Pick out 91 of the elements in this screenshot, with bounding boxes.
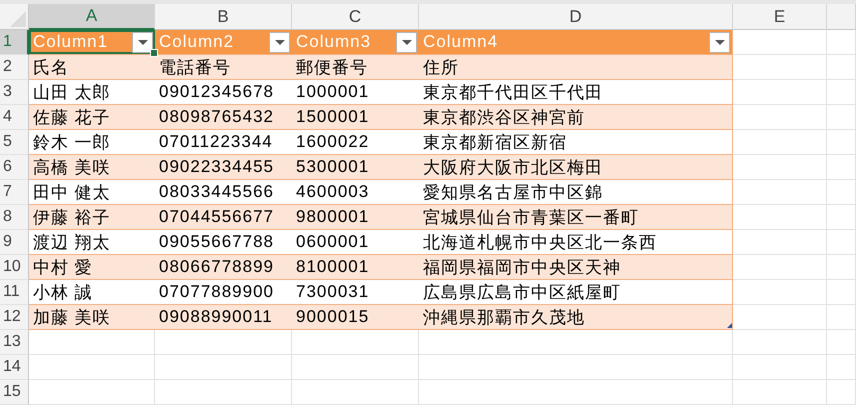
- empty-cell[interactable]: [419, 330, 733, 355]
- empty-cell[interactable]: [733, 280, 827, 305]
- table-cell: 電話番号: [155, 55, 292, 80]
- table-cell: 09088990011: [155, 305, 292, 330]
- empty-cell[interactable]: [827, 305, 856, 330]
- empty-cell[interactable]: [827, 155, 856, 180]
- empty-cell[interactable]: [733, 80, 827, 105]
- fill-handle[interactable]: [150, 49, 158, 57]
- empty-cell[interactable]: [155, 380, 292, 405]
- caret-icon: [138, 40, 148, 44]
- table-cell: 9800001: [292, 205, 419, 230]
- table-cell: 宮城県仙台市青葉区一番町: [419, 205, 733, 230]
- column-header[interactable]: B: [155, 4, 292, 30]
- empty-cell[interactable]: [733, 230, 827, 255]
- table-cell: 中村 愛: [29, 255, 155, 280]
- table-cell: 氏名: [29, 55, 155, 80]
- empty-cell[interactable]: [827, 330, 856, 355]
- empty-cell[interactable]: [419, 355, 733, 380]
- empty-cell[interactable]: [733, 130, 827, 155]
- table-cell: 佐藤 花子: [29, 105, 155, 130]
- column-header[interactable]: A: [29, 4, 155, 30]
- row-header[interactable]: 7: [0, 180, 29, 205]
- table-cell: 09022334455: [155, 155, 292, 180]
- empty-cell[interactable]: [292, 380, 419, 405]
- empty-cell[interactable]: [827, 355, 856, 380]
- table-cell: 福岡県福岡市中央区天神: [419, 255, 733, 280]
- row-header[interactable]: 1: [0, 30, 29, 55]
- table-cell: 8100001: [292, 255, 419, 280]
- empty-cell[interactable]: [827, 280, 856, 305]
- empty-cell[interactable]: [827, 205, 856, 230]
- empty-cell[interactable]: [827, 105, 856, 130]
- empty-cell[interactable]: [419, 380, 733, 405]
- empty-cell[interactable]: [292, 330, 419, 355]
- row-header[interactable]: 5: [0, 130, 29, 155]
- table-cell: 9000015: [292, 305, 419, 330]
- row-header[interactable]: 15: [0, 380, 29, 405]
- filter-button[interactable]: [132, 32, 153, 52]
- column-name: Column4: [423, 32, 498, 52]
- empty-cell[interactable]: [827, 55, 856, 80]
- row-header[interactable]: 2: [0, 55, 29, 80]
- empty-cell[interactable]: [155, 355, 292, 380]
- table-cell: 高橋 美咲: [29, 155, 155, 180]
- row-header[interactable]: 8: [0, 205, 29, 230]
- row-header[interactable]: 4: [0, 105, 29, 130]
- table-cell: 伊藤 裕子: [29, 205, 155, 230]
- filter-button[interactable]: [269, 32, 290, 52]
- table-cell: 東京都渋谷区神宮前: [419, 105, 733, 130]
- empty-cell[interactable]: [827, 230, 856, 255]
- table-cell: 大阪府大阪市北区梅田: [419, 155, 733, 180]
- table-cell: 08066778899: [155, 255, 292, 280]
- empty-cell[interactable]: [733, 330, 827, 355]
- column-header[interactable]: C: [292, 4, 419, 30]
- resize-handle[interactable]: [727, 323, 732, 328]
- empty-cell[interactable]: [827, 80, 856, 105]
- filter-button[interactable]: [396, 32, 417, 52]
- row-header[interactable]: 10: [0, 255, 29, 280]
- empty-cell[interactable]: [733, 355, 827, 380]
- empty-cell[interactable]: [733, 180, 827, 205]
- table-cell: 5300001: [292, 155, 419, 180]
- empty-cell[interactable]: [292, 355, 419, 380]
- filter-button[interactable]: [709, 32, 730, 52]
- empty-cell[interactable]: [733, 380, 827, 405]
- empty-cell[interactable]: [827, 255, 856, 280]
- table-cell: 加藤 美咲: [29, 305, 155, 330]
- caret-icon: [274, 40, 284, 44]
- caret-icon: [714, 40, 724, 44]
- empty-cell[interactable]: [827, 180, 856, 205]
- row-header[interactable]: 12: [0, 305, 29, 330]
- table-cell: 沖縄県那覇市久茂地: [419, 305, 733, 330]
- column-name: Column2: [159, 32, 234, 52]
- column-name: Column1: [33, 32, 108, 52]
- empty-cell[interactable]: [155, 330, 292, 355]
- row-header[interactable]: 9: [0, 230, 29, 255]
- row-header[interactable]: 3: [0, 80, 29, 105]
- row-header[interactable]: 11: [0, 280, 29, 305]
- table-cell: 1500001: [292, 105, 419, 130]
- caret-icon: [402, 40, 412, 44]
- table-cell: 住所: [419, 55, 733, 80]
- column-header[interactable]: [827, 4, 856, 30]
- empty-cell[interactable]: [827, 380, 856, 405]
- table-cell: 郵便番号: [292, 55, 419, 80]
- row-header[interactable]: 14: [0, 355, 29, 380]
- row-header[interactable]: 6: [0, 155, 29, 180]
- table-cell: 08098765432: [155, 105, 292, 130]
- column-name: Column3: [296, 32, 372, 52]
- column-header[interactable]: E: [733, 4, 827, 30]
- column-header[interactable]: D: [419, 4, 733, 30]
- table-cell: 07044556677: [155, 205, 292, 230]
- row-header[interactable]: 13: [0, 330, 29, 355]
- empty-cell[interactable]: [827, 130, 856, 155]
- empty-cell[interactable]: [827, 30, 856, 55]
